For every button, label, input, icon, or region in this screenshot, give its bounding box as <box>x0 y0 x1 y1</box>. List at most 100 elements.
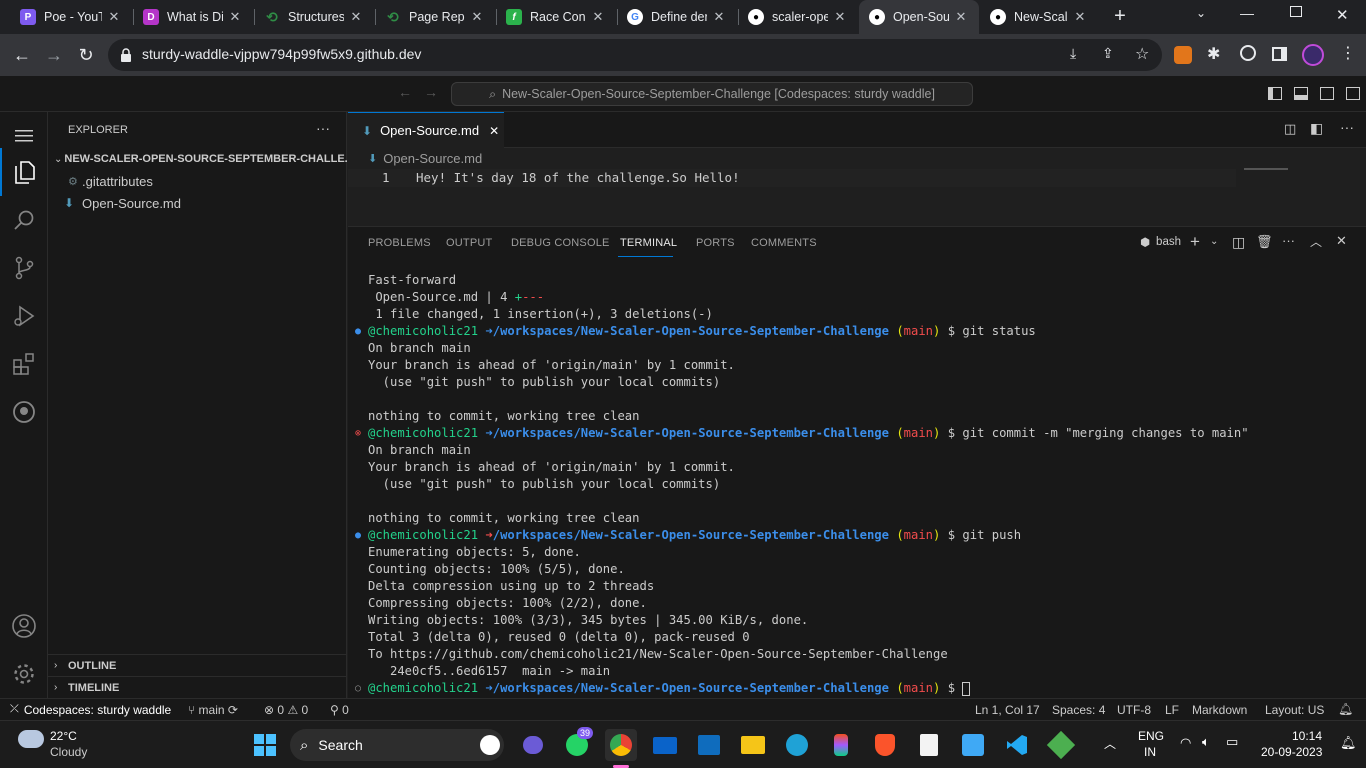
weather-text[interactable]: Cloudy <box>50 745 87 759</box>
side-panel-icon[interactable] <box>1272 47 1287 61</box>
nav-back-icon[interactable]: ← <box>398 84 412 100</box>
close-icon[interactable]: ✕ <box>106 9 122 25</box>
file-item-gitattributes[interactable]: ⚙ .gitattributes <box>48 170 346 192</box>
split-terminal-icon[interactable]: ◫ <box>1232 234 1245 251</box>
tab-terminal[interactable]: TERMINAL <box>620 237 677 249</box>
outline-section[interactable]: › OUTLINE <box>48 654 346 676</box>
close-icon[interactable]: ✕ <box>1072 9 1088 25</box>
window-close-icon[interactable]: ✕ <box>1336 6 1349 24</box>
language-mode[interactable]: Markdown <box>1192 703 1247 717</box>
chevron-down-icon[interactable]: ⌄ <box>1210 236 1218 247</box>
profile-avatar[interactable] <box>1302 44 1324 66</box>
forward-button[interactable]: → <box>40 42 68 68</box>
browser-tab-8[interactable]: ● New-Scale ✕ <box>980 0 1098 34</box>
clock-time[interactable]: 10:14 <box>1292 729 1322 743</box>
branch-indicator[interactable]: ⑂ main ⟳ <box>188 703 238 717</box>
language-region[interactable]: IN <box>1144 745 1156 759</box>
tab-output[interactable]: OUTPUT <box>446 237 492 249</box>
whatsapp-icon[interactable]: 39 <box>561 727 594 761</box>
chrome-menu-icon[interactable]: ⋮ <box>1340 43 1356 63</box>
volume-icon[interactable]: 🔈︎ <box>1202 734 1210 750</box>
meet-icon[interactable] <box>517 729 549 761</box>
terminal-shell-selector[interactable]: ⬢ bash <box>1140 235 1181 249</box>
install-icon[interactable]: ⤓ <box>1070 45 1076 62</box>
close-icon[interactable]: ✕ <box>489 124 499 138</box>
workspace-folder[interactable]: ⌄ NEW-SCALER-OPEN-SOURCE-SEPTEMBER-CHALL… <box>48 148 354 170</box>
search-icon[interactable] <box>0 196 48 244</box>
close-icon[interactable]: ✕ <box>348 9 364 25</box>
toggle-panel-icon[interactable] <box>1294 87 1308 100</box>
brave-icon[interactable] <box>869 729 901 761</box>
terminal-output[interactable]: Fast-forward Open-Source.md | 4 +--- 1 f… <box>355 272 1358 697</box>
ports-indicator[interactable]: ⚲ 0 <box>330 703 349 717</box>
maximize-panel-icon[interactable]: ︿ <box>1310 233 1322 250</box>
terminal-scrollbar[interactable] <box>1356 271 1359 691</box>
end-of-line[interactable]: LF <box>1165 703 1179 717</box>
file-item-open-source-md[interactable]: ⬇ Open-Source.md <box>48 192 346 214</box>
accounts-icon[interactable] <box>0 602 48 650</box>
source-control-icon[interactable] <box>0 244 48 292</box>
command-center[interactable]: ⌕ New-Scaler-Open-Source-September-Chall… <box>451 82 973 106</box>
chrome-icon[interactable] <box>605 729 637 761</box>
wifi-icon[interactable]: ◠ <box>1180 735 1191 751</box>
split-editor-icon[interactable]: ◧ <box>1310 120 1323 137</box>
bookmark-star-icon[interactable]: ☆ <box>1135 44 1149 64</box>
notifications-bell-icon[interactable]: 🔔︎ <box>1340 735 1357 751</box>
tab-ports[interactable]: PORTS <box>696 237 735 249</box>
minimap[interactable] <box>1244 168 1288 170</box>
close-icon[interactable]: ✕ <box>227 9 243 25</box>
editor-line-text[interactable]: Hey! It's day 18 of the challenge.So Hel… <box>416 170 740 185</box>
extensions-puzzle-icon[interactable]: ✱ <box>1207 44 1220 64</box>
figma-icon[interactable] <box>825 729 857 761</box>
metamask-extension-icon[interactable] <box>1174 46 1192 64</box>
restore-icon[interactable] <box>1290 6 1302 17</box>
github-icon[interactable] <box>0 388 48 436</box>
sync-icon[interactable]: ⟳ <box>228 703 238 717</box>
customize-layout-icon[interactable] <box>1346 87 1360 100</box>
close-icon[interactable]: ✕ <box>711 9 727 25</box>
panel-more-actions[interactable]: ··· <box>1282 233 1295 248</box>
toggle-secondary-sidebar-icon[interactable] <box>1320 87 1334 100</box>
problems-indicator[interactable]: ⊗ 0 ⚠ 0 <box>264 703 308 717</box>
reload-button[interactable]: ↻ <box>72 42 100 68</box>
toggle-sidebar-icon[interactable] <box>1268 87 1282 100</box>
browser-tab-3[interactable]: ⟲ Page Repla ✕ <box>375 0 495 34</box>
minimize-icon[interactable]: — <box>1240 5 1254 21</box>
vscode-icon[interactable] <box>1001 729 1033 761</box>
cursor-position[interactable]: Ln 1, Col 17 <box>975 703 1040 717</box>
tab-comments[interactable]: COMMENTS <box>751 237 817 249</box>
close-icon[interactable]: ✕ <box>469 9 485 25</box>
keyboard-layout[interactable]: Layout: US <box>1265 703 1324 717</box>
tab-search-icon[interactable]: ⌄ <box>1196 6 1206 20</box>
browser-tab-1[interactable]: D What is Di ✕ <box>133 0 253 34</box>
new-terminal-icon[interactable]: + <box>1190 232 1200 252</box>
back-button[interactable]: ← <box>8 42 36 68</box>
notepad-icon[interactable] <box>913 729 945 761</box>
breadcrumb[interactable]: ⬇ Open-Source.md <box>368 151 482 166</box>
weather-temp[interactable]: 22°C <box>50 729 77 743</box>
remote-indicator[interactable]: ⤫ Codespaces: sturdy waddle <box>0 699 180 720</box>
browser-tab-2[interactable]: ⟲ Structures ✕ <box>254 0 374 34</box>
run-debug-icon[interactable] <box>0 292 48 340</box>
indentation[interactable]: Spaces: 4 <box>1052 703 1105 717</box>
language-label[interactable]: ENG <box>1138 729 1164 743</box>
explorer-more-actions[interactable]: ··· <box>316 120 330 136</box>
explorer-icon[interactable] <box>0 148 48 196</box>
notifications-bell-icon[interactable]: 🔔︎ <box>1338 702 1353 716</box>
outlook-icon[interactable] <box>693 729 725 761</box>
clock-date[interactable]: 20-09-2023 <box>1261 745 1322 759</box>
timeline-section[interactable]: › TIMELINE <box>48 676 346 698</box>
browser-tab-0[interactable]: P Poe - YouT ✕ <box>10 0 132 34</box>
new-tab-button[interactable]: + <box>1108 4 1132 28</box>
sync-icon[interactable] <box>1240 45 1256 61</box>
chevron-up-icon[interactable]: ︿ <box>1104 735 1116 752</box>
close-icon[interactable]: ✕ <box>953 9 969 25</box>
battery-icon[interactable]: ▭ <box>1226 734 1238 750</box>
editor-tab-open-source-md[interactable]: ⬇ Open-Source.md ✕ <box>348 112 504 148</box>
nav-forward-icon[interactable]: → <box>424 84 438 100</box>
browser-tab-6[interactable]: ● scaler-ope ✕ <box>738 0 858 34</box>
close-panel-icon[interactable]: ✕ <box>1336 233 1347 249</box>
close-icon[interactable]: ✕ <box>590 9 606 25</box>
taskbar-search-box[interactable]: ⌕ Search <box>290 729 504 761</box>
editor-more-actions[interactable]: ··· <box>1340 119 1354 135</box>
